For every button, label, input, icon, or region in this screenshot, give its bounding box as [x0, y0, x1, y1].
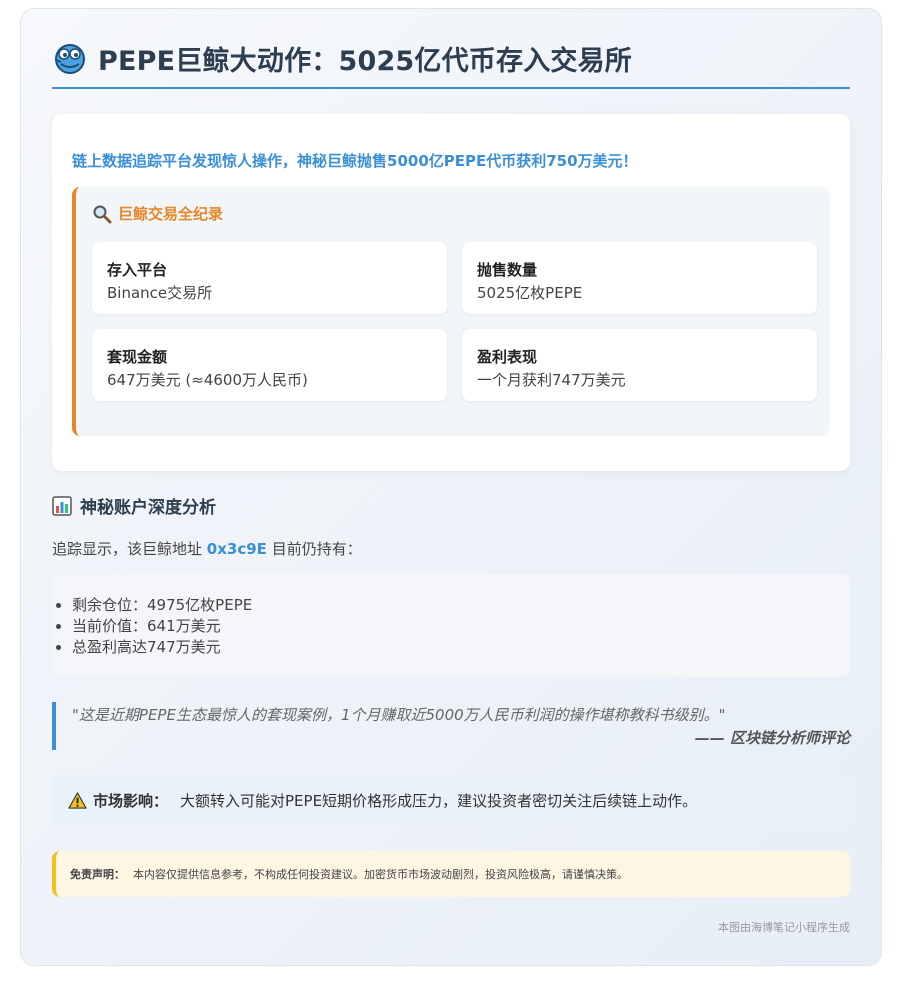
frog-icon: [55, 44, 85, 74]
cell-label: 套现金额: [107, 348, 168, 366]
cell-value: 一个月获利747万美元: [477, 371, 626, 389]
analyst-quote: "这是近期PEPE生态最惊人的套现案例，1个月赚取近5000万人民币利润的操作堪…: [52, 702, 850, 750]
list-item: 剩余仓位：4975亿枚PEPE: [72, 595, 850, 616]
cell-value: 647万美元 (≈4600万人民币): [107, 371, 308, 389]
cell-label: 盈利表现: [477, 348, 538, 366]
record-title: 巨鲸交易全纪录: [92, 203, 814, 224]
cell-value: Binance交易所: [107, 284, 213, 302]
analysis-title: 神秘账户深度分析: [52, 493, 850, 518]
record-cell-platform: 存入平台 Binance交易所: [92, 242, 447, 314]
whale-record-box: 巨鲸交易全纪录 存入平台 Binance交易所 抛售数量 5025亿枚PEPE …: [72, 187, 830, 436]
header: PEPE巨鲸大动作：5025亿代币存入交易所: [52, 9, 850, 89]
footer-credit: 本图由海博笔记小程序生成: [718, 921, 850, 934]
list-item: 当前价值：641万美元: [72, 616, 850, 637]
analysis-title-text: 神秘账户深度分析: [80, 498, 216, 518]
track-suffix: 目前仍持有：: [271, 540, 362, 558]
holdings-list: 剩余仓位：4975亿枚PEPE 当前价值：641万美元 总盈利高达747万美元: [72, 595, 850, 658]
page-title: PEPE巨鲸大动作：5025亿代币存入交易所: [98, 45, 633, 77]
magnifier-icon: [93, 205, 112, 223]
market-impact-box: 市场影响： 大额转入可能对PEPE短期价格形成压力，建议投资者密切关注后续链上动…: [52, 775, 850, 826]
disclaimer-label: 免责声明：: [70, 868, 125, 881]
cell-label: 存入平台: [107, 261, 168, 279]
intro-text: 链上数据追踪平台发现惊人操作，神秘巨鲸抛售5000亿PEPE代币获利750万美元…: [72, 152, 638, 170]
bar-chart-icon: [52, 495, 72, 516]
record-cell-quantity: 抛售数量 5025亿枚PEPE: [462, 242, 817, 314]
disclaimer-text: 本内容仅提供信息参考，不构成任何投资建议。加密货币市场波动剧烈，投资风险极高，请…: [133, 868, 628, 881]
quote-text: "这是近期PEPE生态最惊人的套现案例，1个月赚取近5000万人民币利润的操作堪…: [72, 706, 726, 724]
record-title-text: 巨鲸交易全纪录: [118, 205, 224, 223]
track-prefix: 追踪显示，该巨鲸地址: [52, 540, 203, 558]
impact-text: 大额转入可能对PEPE短期价格形成压力，建议投资者密切关注后续链上动作。: [180, 792, 698, 810]
record-cell-profit: 盈利表现 一个月获利747万美元: [462, 329, 817, 401]
holdings-box: 剩余仓位：4975亿枚PEPE 当前价值：641万美元 总盈利高达747万美元: [52, 574, 850, 677]
impact-label: 市场影响：: [93, 792, 169, 810]
disclaimer-box: 免责声明： 本内容仅提供信息参考，不构成任何投资建议。加密货币市场波动剧烈，投资…: [52, 851, 850, 897]
article-card: PEPE巨鲸大动作：5025亿代币存入交易所 链上数据追踪平台发现惊人操作，神秘…: [20, 8, 882, 966]
warning-icon: [68, 792, 87, 809]
cell-value: 5025亿枚PEPE: [477, 284, 583, 302]
record-grid: 存入平台 Binance交易所 抛售数量 5025亿枚PEPE 套现金额 647…: [92, 242, 817, 401]
cell-label: 抛售数量: [477, 261, 538, 279]
track-line: 追踪显示，该巨鲸地址 0x3c9E 目前仍持有：: [52, 538, 850, 559]
list-item: 总盈利高达747万美元: [72, 637, 850, 658]
record-cell-amount: 套现金额 647万美元 (≈4600万人民币): [92, 329, 447, 401]
intro-box: 链上数据追踪平台发现惊人操作，神秘巨鲸抛售5000亿PEPE代币获利750万美元…: [52, 114, 850, 471]
quote-source: —— 区块链分析师评论: [694, 729, 850, 747]
wallet-address: 0x3c9E: [206, 540, 267, 558]
